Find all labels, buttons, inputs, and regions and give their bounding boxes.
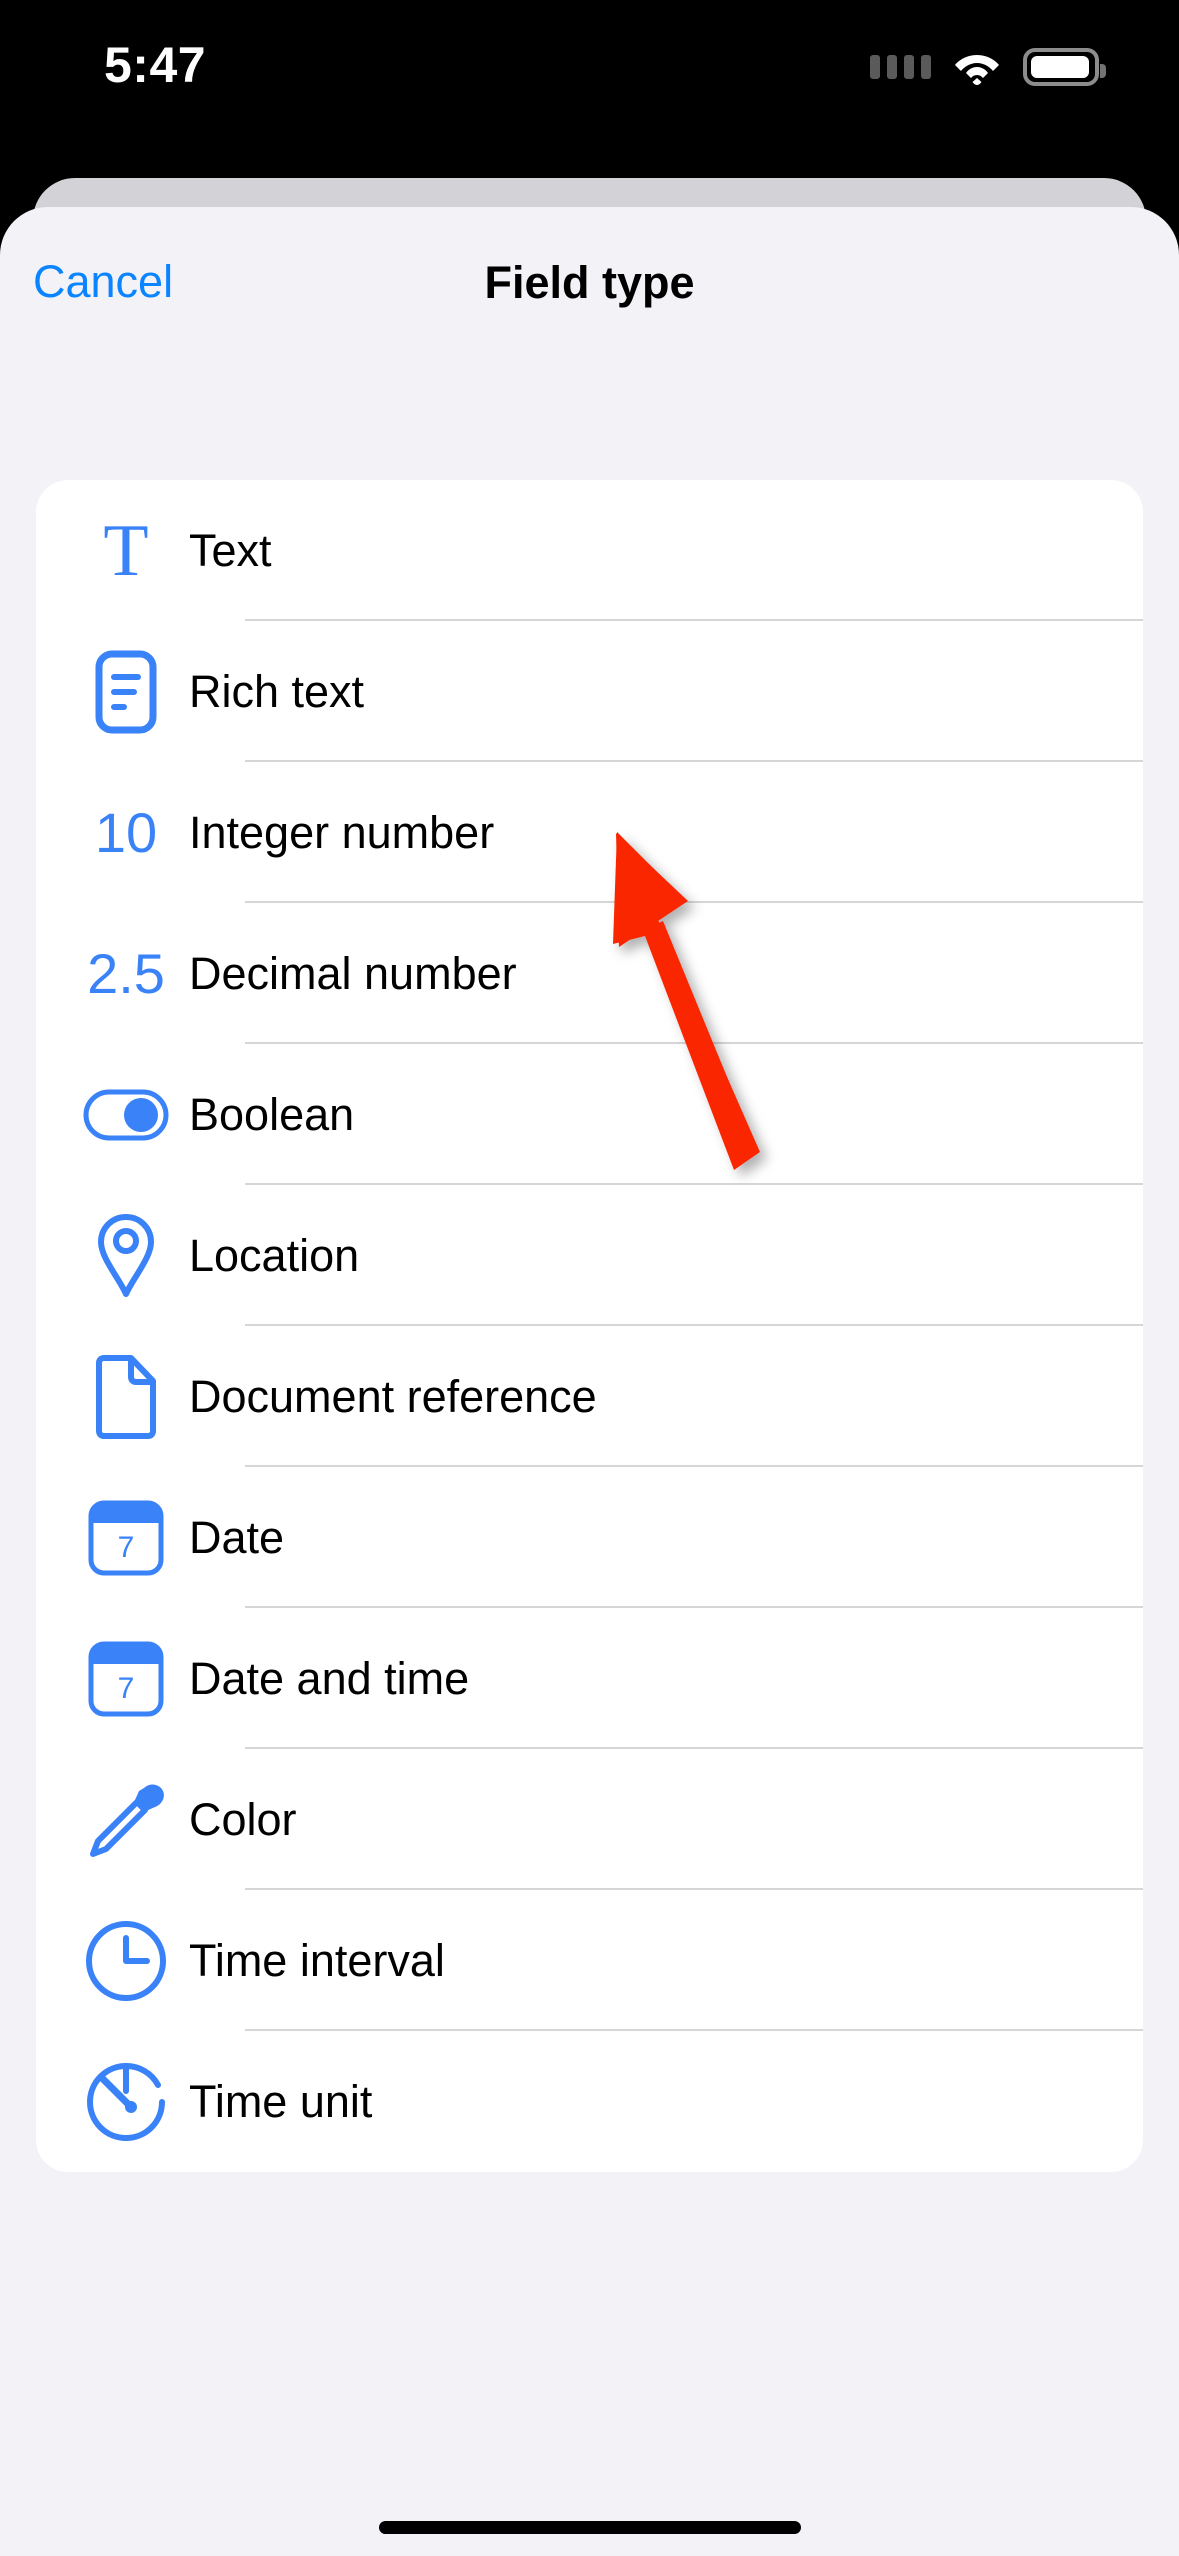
home-indicator [378, 2521, 801, 2534]
list-item-integer-number[interactable]: 10 Integer number [36, 762, 1143, 903]
svg-text:7: 7 [118, 1672, 135, 1705]
stopwatch-icon [74, 2050, 178, 2154]
list-item-label: Document reference [189, 1370, 597, 1422]
toggle-switch-icon [74, 1063, 178, 1167]
list-item-label: Boolean [189, 1088, 355, 1140]
list-item-color[interactable]: Color [36, 1749, 1143, 1890]
eyedropper-icon [74, 1768, 178, 1872]
list-item-date-and-time[interactable]: 7 Date and time [36, 1608, 1143, 1749]
status-bar-time: 5:47 [104, 37, 207, 93]
list-item-label: Date [189, 1511, 285, 1563]
list-item-label: Location [189, 1229, 360, 1281]
list-item-date[interactable]: 7 Date [36, 1467, 1143, 1608]
list-item-rich-text[interactable]: Rich text [36, 621, 1143, 762]
integer-number-icon: 10 [94, 800, 158, 864]
list-item-label: Text [189, 524, 272, 576]
rich-text-document-icon [74, 640, 178, 744]
list-item-decimal-number[interactable]: 2.5 Decimal number [36, 903, 1143, 1044]
list-item-time-unit[interactable]: Time unit [36, 2031, 1143, 2172]
list-item-label: Rich text [189, 665, 365, 717]
list-item-boolean[interactable]: Boolean [36, 1044, 1143, 1185]
list-item-label: Date and time [189, 1652, 470, 1704]
wifi-icon [953, 49, 1001, 85]
page-title: Field type [484, 257, 695, 308]
list-item-label: Time interval [189, 1934, 445, 1986]
text-format-icon: T [103, 509, 149, 592]
field-type-modal-sheet: Cancel Field type T Text Rich text 10 In… [0, 207, 1179, 2556]
list-item-time-interval[interactable]: Time interval [36, 1890, 1143, 2031]
status-bar-indicators [870, 48, 1106, 86]
calendar-icon: 7 [74, 1486, 178, 1590]
calendar-clock-icon: 7 [74, 1627, 178, 1731]
list-item-location[interactable]: Location [36, 1185, 1143, 1326]
list-item-label: Decimal number [189, 947, 517, 999]
list-item-label: Integer number [189, 806, 495, 858]
list-item-text[interactable]: T Text [36, 480, 1143, 621]
clock-icon [74, 1909, 178, 2013]
list-item-label: Color [189, 1793, 297, 1845]
list-item-label: Time unit [189, 2075, 373, 2127]
cellular-signal-icon [870, 55, 931, 79]
modal-nav-bar: Cancel Field type [0, 207, 1179, 367]
document-page-icon [74, 1345, 178, 1449]
svg-text:7: 7 [118, 1531, 135, 1564]
map-pin-icon [74, 1204, 178, 1308]
status-bar: 5:47 [0, 0, 1179, 130]
battery-full-icon [1023, 48, 1106, 86]
phone-screen: 5:47 Cancel Field type T Text Rich text … [0, 0, 1179, 2556]
field-type-list: T Text Rich text 10 Integer number 2.5 D… [36, 480, 1143, 2172]
list-item-document-reference[interactable]: Document reference [36, 1326, 1143, 1467]
decimal-number-icon: 2.5 [87, 941, 165, 1005]
